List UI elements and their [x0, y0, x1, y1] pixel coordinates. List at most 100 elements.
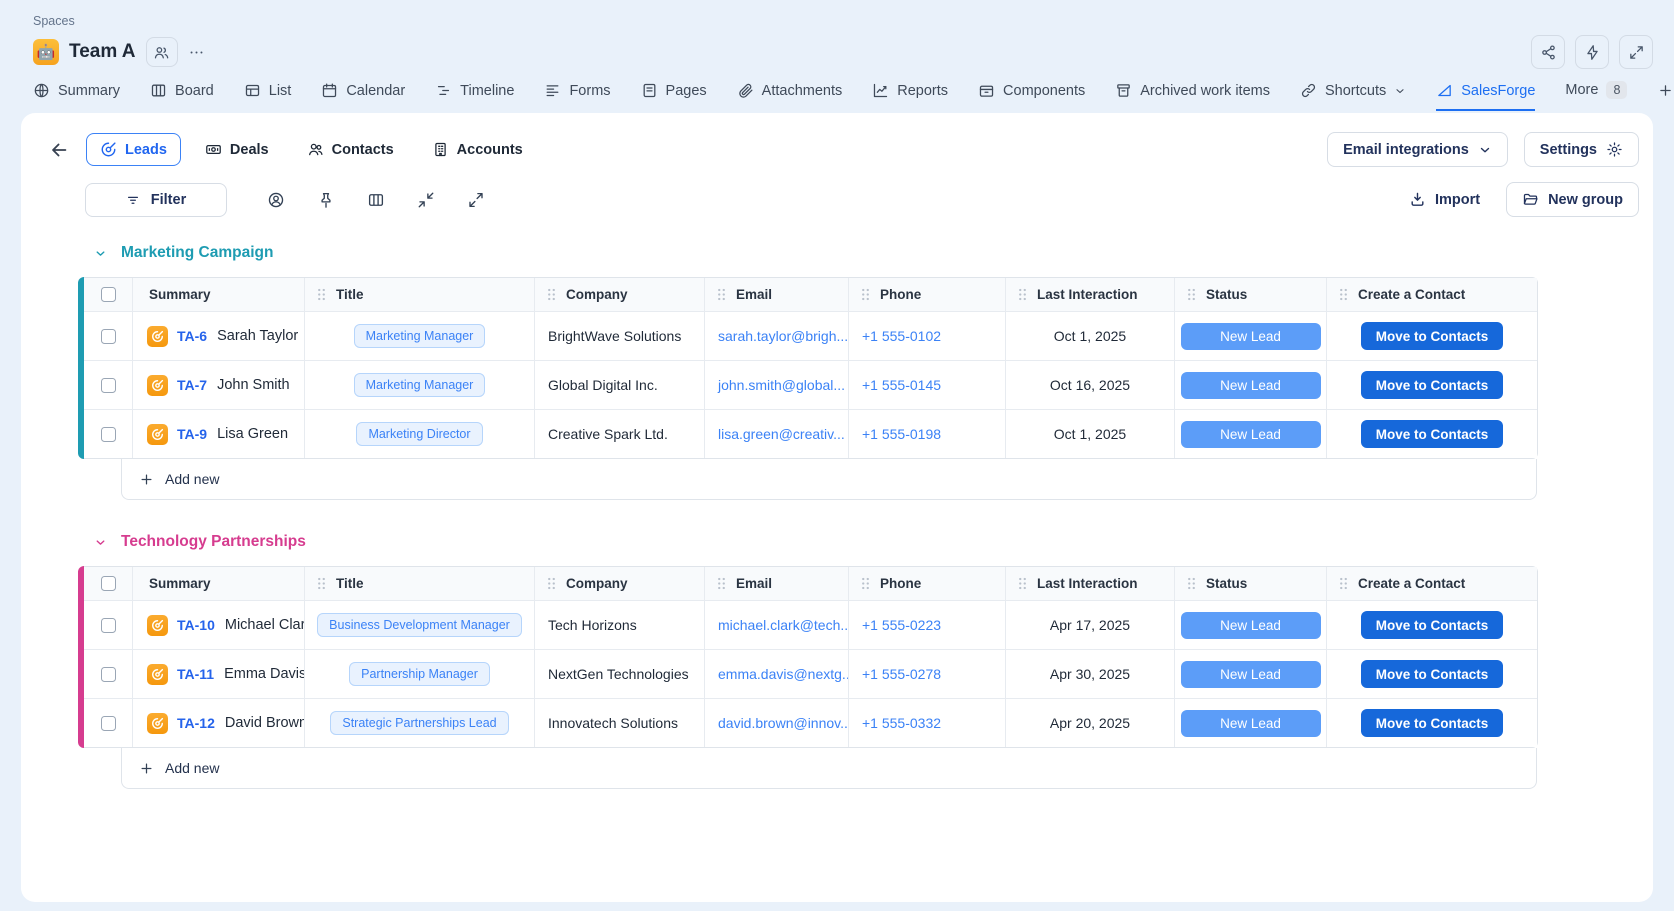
title-chip[interactable]: Business Development Manager [317, 613, 522, 637]
drag-handle-icon[interactable] [717, 287, 726, 302]
leads-view-button[interactable]: Leads [86, 133, 181, 166]
tab-pages[interactable]: Pages [641, 82, 707, 111]
tab-summary[interactable]: Summary [33, 82, 120, 111]
row-checkbox[interactable] [101, 427, 116, 442]
phone-link[interactable]: +1 555-0102 [862, 328, 941, 344]
phone-link[interactable]: +1 555-0332 [862, 715, 941, 731]
move-to-contacts-button[interactable]: Move to Contacts [1361, 709, 1503, 737]
row-checkbox[interactable] [101, 378, 116, 393]
drag-handle-icon[interactable] [861, 287, 870, 302]
settings-button[interactable]: Settings [1524, 132, 1639, 167]
select-all-checkbox[interactable] [101, 576, 116, 591]
accounts-view-button[interactable]: Accounts [418, 133, 537, 166]
tab-calendar[interactable]: Calendar [321, 82, 405, 111]
title-chip[interactable]: Partnership Manager [349, 662, 490, 686]
expand-icon[interactable] [467, 191, 485, 209]
tab-board[interactable]: Board [150, 82, 214, 111]
email-link[interactable]: michael.clark@tech... [718, 617, 849, 633]
drag-handle-icon[interactable] [1187, 576, 1196, 591]
work-item-id[interactable]: TA-11 [177, 666, 214, 682]
tab-salesforge[interactable]: SalesForge [1436, 82, 1535, 111]
email-link[interactable]: sarah.taylor@brigh... [718, 328, 848, 344]
move-to-contacts-button[interactable]: Move to Contacts [1361, 611, 1503, 639]
contacts-view-button[interactable]: Contacts [293, 133, 408, 166]
automations-button[interactable] [1575, 35, 1609, 69]
tab-timeline[interactable]: Timeline [435, 82, 514, 111]
tab-more[interactable]: More 8 [1565, 81, 1627, 111]
move-to-contacts-button[interactable]: Move to Contacts [1361, 371, 1503, 399]
title-chip[interactable]: Marketing Manager [354, 373, 486, 397]
group-header[interactable]: Marketing Campaign [94, 244, 1653, 262]
collapse-icon[interactable] [417, 191, 435, 209]
drag-handle-icon[interactable] [317, 287, 326, 302]
select-all-checkbox[interactable] [101, 287, 116, 302]
lead-name[interactable]: Michael Clark [225, 617, 305, 633]
lead-name[interactable]: Sarah Taylor [217, 328, 298, 344]
import-button[interactable]: Import [1409, 191, 1480, 208]
pin-icon[interactable] [317, 191, 335, 209]
move-to-contacts-button[interactable]: Move to Contacts [1361, 420, 1503, 448]
drag-handle-icon[interactable] [1339, 576, 1348, 591]
status-button[interactable]: New Lead [1181, 372, 1321, 399]
phone-link[interactable]: +1 555-0198 [862, 426, 941, 442]
group-header[interactable]: Technology Partnerships [94, 533, 1653, 551]
row-checkbox[interactable] [101, 667, 116, 682]
drag-handle-icon[interactable] [717, 576, 726, 591]
work-item-id[interactable]: TA-10 [177, 617, 215, 633]
tab-forms[interactable]: Forms [544, 82, 610, 111]
drag-handle-icon[interactable] [1018, 287, 1027, 302]
tab-reports[interactable]: Reports [872, 82, 948, 111]
phone-link[interactable]: +1 555-0278 [862, 666, 941, 682]
tab-list[interactable]: List [244, 82, 292, 111]
work-item-id[interactable]: TA-9 [177, 426, 207, 442]
fullscreen-button[interactable] [1619, 35, 1653, 69]
add-new-row-button[interactable]: Add new [121, 459, 1537, 500]
breadcrumb[interactable]: Spaces [33, 14, 1653, 28]
lead-name[interactable]: John Smith [217, 377, 290, 393]
tab-attachments[interactable]: Attachments [737, 82, 843, 111]
work-item-id[interactable]: TA-12 [177, 715, 215, 731]
status-button[interactable]: New Lead [1181, 612, 1321, 639]
row-checkbox[interactable] [101, 329, 116, 344]
lead-name[interactable]: Lisa Green [217, 426, 288, 442]
tab-archived-work-items[interactable]: Archived work items [1115, 82, 1270, 111]
email-integrations-button[interactable]: Email integrations [1327, 132, 1508, 167]
filter-button[interactable]: Filter [85, 183, 227, 217]
lead-name[interactable]: Emma Davis [224, 666, 305, 682]
row-checkbox[interactable] [101, 716, 116, 731]
user-circle-icon[interactable] [267, 191, 285, 209]
status-button[interactable]: New Lead [1181, 421, 1321, 448]
title-chip[interactable]: Strategic Partnerships Lead [330, 711, 508, 735]
status-button[interactable]: New Lead [1181, 323, 1321, 350]
add-tab-button[interactable] [1657, 82, 1674, 111]
drag-handle-icon[interactable] [861, 576, 870, 591]
tab-components[interactable]: Components [978, 82, 1085, 111]
move-to-contacts-button[interactable]: Move to Contacts [1361, 660, 1503, 688]
phone-link[interactable]: +1 555-0223 [862, 617, 941, 633]
email-link[interactable]: emma.davis@nextg... [718, 666, 849, 682]
drag-handle-icon[interactable] [317, 576, 326, 591]
drag-handle-icon[interactable] [1187, 287, 1196, 302]
columns-icon[interactable] [367, 191, 385, 209]
share-button[interactable] [1531, 35, 1565, 69]
work-item-id[interactable]: TA-7 [177, 377, 207, 393]
title-chip[interactable]: Marketing Director [356, 422, 482, 446]
deals-view-button[interactable]: Deals [191, 133, 283, 166]
lead-name[interactable]: David Brown [225, 715, 305, 731]
back-button[interactable] [48, 139, 70, 161]
status-button[interactable]: New Lead [1181, 710, 1321, 737]
move-to-contacts-button[interactable]: Move to Contacts [1361, 322, 1503, 350]
title-chip[interactable]: Marketing Manager [354, 324, 486, 348]
tab-shortcuts[interactable]: Shortcuts [1300, 82, 1406, 111]
email-link[interactable]: david.brown@innov... [718, 715, 849, 731]
drag-handle-icon[interactable] [547, 287, 556, 302]
email-link[interactable]: john.smith@global... [718, 377, 845, 393]
drag-handle-icon[interactable] [1018, 576, 1027, 591]
status-button[interactable]: New Lead [1181, 661, 1321, 688]
drag-handle-icon[interactable] [547, 576, 556, 591]
row-checkbox[interactable] [101, 618, 116, 633]
members-button[interactable] [146, 37, 178, 67]
phone-link[interactable]: +1 555-0145 [862, 377, 941, 393]
email-link[interactable]: lisa.green@creativ... [718, 426, 845, 442]
more-options-button[interactable] [188, 44, 205, 61]
